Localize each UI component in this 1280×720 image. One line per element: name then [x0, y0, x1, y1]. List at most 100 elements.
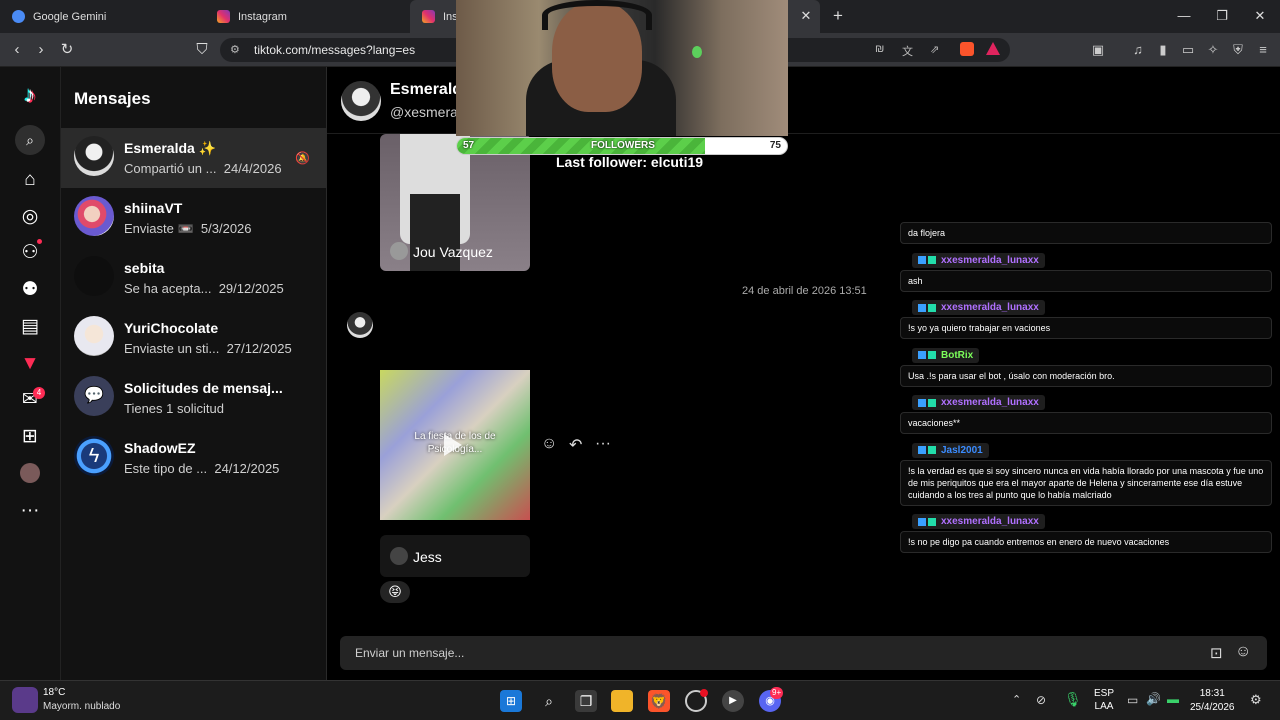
play-icon[interactable] [444, 434, 462, 456]
share-icon[interactable]: ⇗ [930, 43, 939, 56]
tiktok-nav-rail: ♪ ⌕ ⌂ ◎ ⚇ ⚉ ▤ ▼ ✉ 4 ⊞ ··· [0, 67, 61, 680]
tab-label: Instagram [238, 10, 287, 23]
upload-icon[interactable]: ⊞ [18, 425, 42, 449]
stream-chat-username: xxesmeralda_lunaxx [912, 252, 1045, 268]
close-window-icon[interactable]: ✕ [1250, 6, 1270, 26]
emoji-icon[interactable]: ☺ [1235, 643, 1251, 661]
chat-badge-icon [918, 517, 926, 526]
close-tab-icon[interactable]: ✕ [796, 6, 816, 26]
stream-chat-message: BotRix Usa .!s para usar el bot , úsalo c… [900, 346, 1272, 387]
forward-icon[interactable]: › [32, 41, 50, 59]
sidebar-icon[interactable]: ▮ [1155, 42, 1171, 58]
conversation-name: YuriChocolate [124, 320, 219, 336]
task-view-icon[interactable]: ❐ [575, 690, 597, 712]
wallet-icon[interactable]: ▭ [1180, 42, 1196, 58]
followers-max: 75 [769, 140, 781, 151]
last-follower-text: Last follower: elcuti19 [556, 154, 704, 170]
live-icon[interactable]: ▤ [18, 315, 42, 339]
battery-icon[interactable]: ▬ [1167, 692, 1179, 706]
media-player-icon[interactable]: ▶ [722, 690, 744, 712]
followers-label: FOLLOWERS [591, 140, 655, 151]
tiktok-logo-icon[interactable]: ♪ [18, 83, 42, 107]
activity-icon[interactable]: ▼ [18, 352, 42, 376]
notifications-icon[interactable]: ⚙ [1250, 692, 1262, 708]
react-icon[interactable]: ☺ [541, 435, 557, 453]
message-requests-item[interactable]: 💬 Solicitudes de mensaj... Tienes 1 soli… [61, 368, 327, 428]
site-info-icon[interactable]: ⚙ [230, 43, 240, 56]
avatar: ϟ [74, 436, 114, 476]
conversation-preview: Este tipo de ... 24/12/2025 [124, 461, 280, 476]
minimize-icon[interactable]: — [1174, 6, 1194, 26]
message-input[interactable]: Enviar un mensaje... ⊡ ☺ [340, 636, 1267, 670]
shared-video-thumbnail[interactable]: La fiesta de los de Psicología... [380, 370, 530, 520]
network-off-icon[interactable]: ⊘ [1036, 693, 1046, 707]
reload-icon[interactable]: ↻ [58, 41, 76, 59]
conversation-preview: Tienes 1 solicitud [124, 401, 224, 416]
screenshot-icon[interactable]: ▣ [1090, 42, 1106, 58]
chat-name[interactable]: Esmerald [390, 81, 462, 99]
display-icon[interactable]: ▭ [1127, 693, 1138, 707]
translate-icon[interactable]: 文 [902, 43, 913, 59]
new-tab-icon[interactable]: + [828, 6, 848, 26]
chat-badge-icon [928, 398, 936, 407]
weather-icon[interactable] [12, 687, 38, 713]
following-icon[interactable]: ⚇ [18, 241, 42, 265]
conversation-name: ShadowEZ [124, 440, 196, 456]
search-icon[interactable]: ⌕ [538, 690, 560, 712]
stream-chat-message: xxesmeralda_lunaxx !s yo ya quiero trabaj… [900, 299, 1272, 339]
brave-shields-icon[interactable] [960, 42, 974, 56]
chevron-up-icon[interactable]: ⌃ [1012, 693, 1021, 706]
stream-chat-text: Usa .!s para usar el bot , úsalo con mod… [900, 364, 1272, 387]
tab-gemini[interactable]: Google Gemini [0, 0, 205, 33]
tab-instagram[interactable]: Instagram [205, 0, 410, 33]
maximize-icon[interactable]: ❐ [1212, 6, 1232, 26]
more-options-icon[interactable]: ··· [595, 435, 611, 453]
chat-avatar[interactable] [341, 81, 381, 121]
chat-badge-icon [928, 303, 936, 312]
stream-chat-text: ash [900, 269, 1272, 292]
instagram-icon [422, 10, 435, 23]
music-icon[interactable]: ♫ [1130, 42, 1146, 58]
stream-chat-text: !s yo ya quiero trabajar en vaciones [900, 317, 1272, 339]
followers-goal-bar: 57 FOLLOWERS 75 [456, 137, 788, 155]
muted-bell-icon[interactable]: 🔕 [295, 151, 310, 165]
start-icon[interactable]: ⊞ [500, 690, 522, 712]
conversation-item[interactable]: shiinaVT Enviaste 📼 5/3/2026 [61, 188, 327, 248]
brave-rewards-icon[interactable] [986, 42, 1000, 55]
vpn-icon[interactable]: ⛨ [1230, 42, 1246, 58]
leo-ai-icon[interactable]: ✧ [1205, 42, 1221, 58]
message-reaction[interactable]: 😝 [380, 581, 410, 603]
profile-avatar[interactable] [20, 463, 40, 483]
explore-icon[interactable]: ◎ [18, 205, 42, 229]
menu-icon[interactable]: ≡ [1255, 42, 1271, 58]
conversation-item[interactable]: sebita Se ha acepta... 29/12/2025 [61, 248, 327, 308]
avatar [74, 136, 114, 176]
home-icon[interactable]: ⌂ [18, 168, 42, 192]
search-icon[interactable]: ⌕ [15, 125, 45, 155]
volume-icon[interactable]: 🔊 [1146, 692, 1161, 706]
brave-browser-icon[interactable]: 🦁 [648, 690, 670, 712]
microphone-icon[interactable]: 🎙 [1064, 691, 1082, 708]
message-timestamp: 24 de abril de 2026 13:51 [742, 285, 867, 297]
input-language[interactable]: ESP LAA [1094, 687, 1114, 713]
conversation-item[interactable]: ϟ ShadowEZ Este tipo de ... 24/12/2025 [61, 428, 327, 488]
username-text: xxesmeralda_lunaxx [941, 302, 1039, 313]
friends-icon[interactable]: ⚉ [18, 278, 42, 302]
no-ai-icon[interactable]: ₪ [875, 43, 884, 55]
conversation-item[interactable]: Esmeralda ✨ Compartió un ... 24/4/2026 🔕 [61, 128, 327, 188]
reply-icon[interactable]: ↶ [569, 435, 582, 455]
conversation-item[interactable]: YuriChocolate Enviaste un sti... 27/12/2… [61, 308, 327, 368]
clock[interactable]: 18:31 25/4/2026 [1190, 687, 1235, 715]
username-text: BotRix [941, 349, 974, 361]
chat-badge-icon [918, 446, 926, 454]
conversation-list: Mensajes Esmeralda ✨ Compartió un ... 24… [61, 67, 327, 680]
shared-video-footer[interactable]: Jess [380, 535, 530, 577]
stream-chat-username: xxesmeralda_lunaxx [912, 514, 1045, 529]
image-upload-icon[interactable]: ⊡ [1210, 644, 1223, 662]
more-icon[interactable]: ··· [18, 499, 42, 523]
chat-badge-icon [918, 303, 926, 312]
back-icon[interactable]: ‹ [8, 41, 26, 59]
bookmark-icon[interactable]: ⛉ [193, 41, 211, 59]
conversation-name: Solicitudes de mensaj... [124, 380, 283, 396]
file-explorer-icon[interactable] [611, 690, 633, 712]
